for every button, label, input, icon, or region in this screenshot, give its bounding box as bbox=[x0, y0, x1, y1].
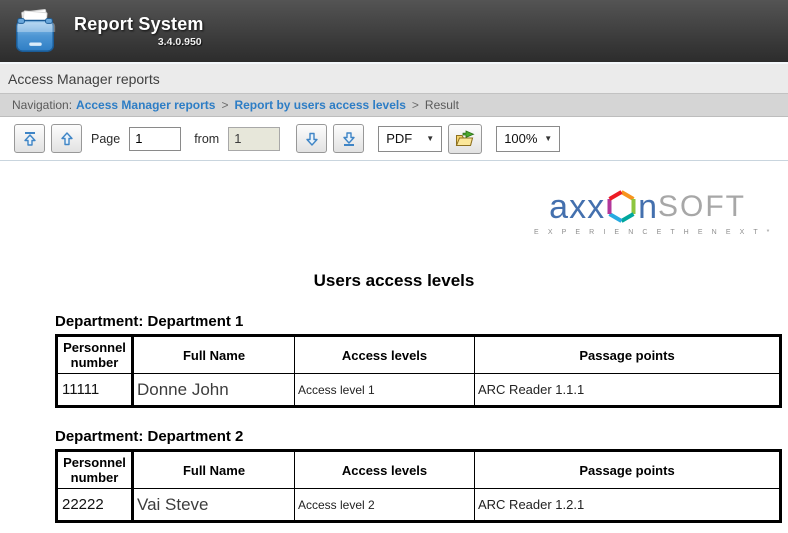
app-title: Report System bbox=[74, 14, 204, 35]
column-header: Access levels bbox=[295, 451, 475, 489]
zoom-select[interactable]: 100% ▼ bbox=[496, 126, 560, 152]
table-row: 11111Donne JohnAccess level 1ARC Reader … bbox=[57, 374, 781, 407]
chevron-down-icon: ▼ bbox=[426, 134, 434, 143]
report-toolbar: Page from PDF ▼ 100% ▼ bbox=[0, 117, 788, 161]
export-button[interactable] bbox=[448, 124, 482, 154]
department-heading: Department: Department 2 bbox=[55, 428, 779, 445]
next-page-icon bbox=[304, 131, 320, 147]
app-version: 3.4.0.950 bbox=[74, 36, 204, 48]
passage-points-cell: ARC Reader 1.1.1 bbox=[475, 374, 781, 407]
previous-page-icon bbox=[59, 131, 75, 147]
last-page-button[interactable] bbox=[333, 124, 364, 153]
breadcrumb-separator: > bbox=[412, 98, 419, 112]
department-block: Department: Department 2 Personnel numbe… bbox=[55, 428, 779, 523]
personnel-number-cell: 22222 bbox=[57, 489, 133, 522]
access-levels-cell: Access level 2 bbox=[295, 489, 475, 522]
breadcrumb-separator: > bbox=[221, 98, 228, 112]
export-folder-icon bbox=[455, 130, 476, 148]
department-heading: Department: Department 1 bbox=[55, 313, 779, 330]
access-levels-table: Personnel numberFull NameAccess levelsPa… bbox=[55, 334, 782, 408]
column-header: Full Name bbox=[133, 336, 295, 374]
first-page-button[interactable] bbox=[14, 124, 45, 153]
column-header: Full Name bbox=[133, 451, 295, 489]
column-header: Passage points bbox=[475, 336, 781, 374]
first-page-icon bbox=[22, 131, 38, 147]
breadcrumb-link-access-manager-reports[interactable]: Access Manager reports bbox=[76, 98, 215, 112]
report-page: axx n SOFT E X P E R I E N C E T H E N E… bbox=[0, 161, 788, 533]
last-page-icon bbox=[341, 131, 357, 147]
previous-page-button[interactable] bbox=[51, 124, 82, 153]
axxonsoft-logo: axx n SOFT E X P E R I E N C E T H E N E… bbox=[534, 189, 746, 236]
page-number-input[interactable] bbox=[129, 127, 181, 151]
breadcrumb-label: Navigation: bbox=[12, 98, 72, 112]
total-pages-field bbox=[228, 127, 280, 151]
logo-text-n: n bbox=[638, 190, 658, 224]
next-page-button[interactable] bbox=[296, 124, 327, 153]
table-header-row: Personnel numberFull NameAccess levelsPa… bbox=[57, 451, 781, 489]
column-header: Personnel number bbox=[57, 336, 133, 374]
breadcrumb: Navigation: Access Manager reports > Rep… bbox=[0, 93, 788, 117]
full-name-cell: Vai Steve bbox=[133, 489, 295, 522]
breadcrumb-link-report-by-users-access-levels[interactable]: Report by users access levels bbox=[234, 98, 405, 112]
section-bar: Access Manager reports bbox=[0, 62, 788, 93]
logo-tagline: E X P E R I E N C E T H E N E X T * bbox=[534, 229, 746, 236]
page-label: Page bbox=[91, 132, 120, 146]
chevron-down-icon: ▼ bbox=[544, 134, 552, 143]
logo-text-soft: SOFT bbox=[658, 190, 746, 224]
column-header: Access levels bbox=[295, 336, 475, 374]
access-levels-table: Personnel numberFull NameAccess levelsPa… bbox=[55, 449, 782, 523]
app-header: Report System 3.4.0.950 bbox=[0, 0, 788, 62]
column-header: Passage points bbox=[475, 451, 781, 489]
report-title: Users access levels bbox=[30, 271, 758, 291]
zoom-value: 100% bbox=[504, 131, 537, 146]
personnel-number-cell: 11111 bbox=[57, 374, 133, 407]
breadcrumb-current: Result bbox=[425, 98, 459, 112]
report-body: Department: Department 1 Personnel numbe… bbox=[55, 313, 779, 533]
export-format-select[interactable]: PDF ▼ bbox=[378, 126, 442, 152]
section-title: Access Manager reports bbox=[8, 71, 160, 87]
export-format-value: PDF bbox=[386, 131, 412, 146]
table-header-row: Personnel numberFull NameAccess levelsPa… bbox=[57, 336, 781, 374]
full-name-cell: Donne John bbox=[133, 374, 295, 407]
hexagon-icon bbox=[606, 189, 637, 224]
report-system-app-icon bbox=[10, 8, 60, 56]
access-levels-cell: Access level 1 bbox=[295, 374, 475, 407]
department-block: Department: Department 1 Personnel numbe… bbox=[55, 313, 779, 408]
logo-text-axx: axx bbox=[549, 190, 605, 224]
table-row: 22222Vai SteveAccess level 2ARC Reader 1… bbox=[57, 489, 781, 522]
from-label: from bbox=[194, 132, 219, 146]
passage-points-cell: ARC Reader 1.2.1 bbox=[475, 489, 781, 522]
column-header: Personnel number bbox=[57, 451, 133, 489]
